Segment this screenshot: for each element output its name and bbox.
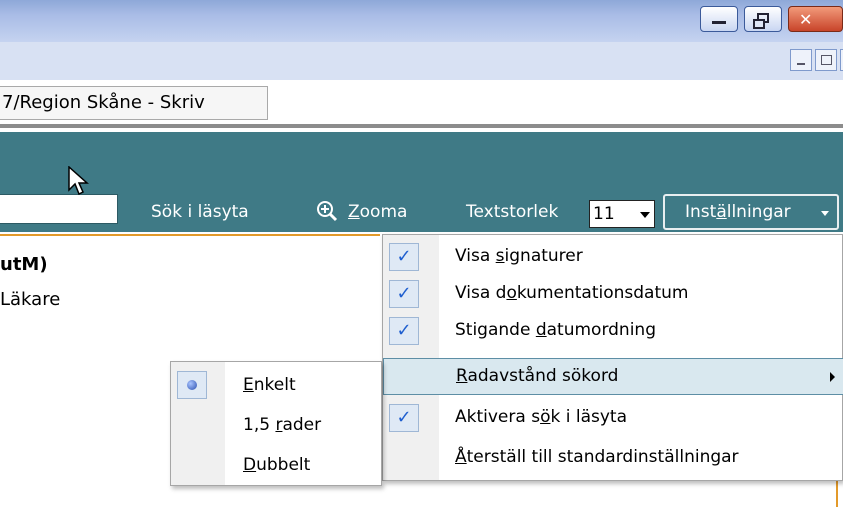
menu-item-show-signatures[interactable]: ✓ Visa signaturer [383, 239, 843, 276]
settings-button-label: Inställningar [685, 202, 791, 222]
textsize-select[interactable]: 11 [589, 200, 655, 228]
zoom-button-accel: Z [348, 202, 360, 222]
menu-item-label: Visa signaturer [455, 246, 583, 266]
submenu-item-label: 1,5 rader [243, 415, 322, 435]
settings-button[interactable]: Inställningar [663, 194, 839, 230]
mdi-control-bar [0, 42, 843, 81]
document-tab-row: 7/Region Skåne - Skriv [0, 80, 843, 128]
minimize-button[interactable] [700, 6, 738, 32]
record-title: utM) [0, 254, 48, 275]
line-spacing-submenu: Enkelt 1,5 rader Dubbelt [170, 361, 382, 486]
submenu-item-label: Enkelt [243, 375, 296, 395]
menu-item-label: Återställ till standardinställningar [455, 447, 739, 467]
mouse-cursor-icon [68, 166, 89, 196]
restore-button[interactable] [744, 6, 782, 32]
window-titlebar: ✕ [0, 0, 843, 42]
submenu-arrow-icon [830, 372, 835, 382]
menu-item-label: Radavstånd sökord [456, 366, 619, 386]
menu-item-line-spacing-searchwords[interactable]: Radavstånd sökord [383, 358, 843, 395]
menu-item-reset-to-defaults[interactable]: Återställ till standardinställningar [383, 440, 843, 477]
restore-icon [753, 13, 769, 29]
checkmark-icon: ✓ [389, 317, 419, 345]
menu-item-label: Stigande datumordning [455, 320, 656, 340]
textsize-label: Textstorlek [466, 202, 559, 222]
search-input[interactable] [0, 194, 118, 224]
chevron-down-icon [821, 211, 829, 216]
checkmark-icon: ✓ [389, 280, 419, 308]
mdi-minimize-button[interactable] [790, 49, 812, 71]
menu-item-show-documentation-date[interactable]: ✓ Visa dokumentationsdatum [383, 276, 843, 313]
radio-selected-icon [177, 371, 207, 399]
mdi-minimize-icon [797, 63, 805, 65]
submenu-item-single[interactable]: Enkelt [171, 366, 383, 404]
content-edge-line [836, 478, 838, 507]
submenu-item-double[interactable]: Dubbelt [171, 446, 383, 484]
submenu-item-one-and-half[interactable]: 1,5 rader [171, 406, 383, 444]
document-tab[interactable]: 7/Region Skåne - Skriv [0, 86, 268, 120]
content-divider [0, 234, 380, 236]
menu-item-ascending-date-order[interactable]: ✓ Stigande datumordning [383, 313, 843, 350]
zoom-icon[interactable] [316, 200, 338, 222]
minimize-icon [712, 21, 726, 24]
record-author-role: Läkare [0, 289, 61, 310]
header-bar [0, 132, 843, 180]
mdi-restore-button[interactable] [815, 49, 837, 71]
submenu-item-label: Dubbelt [243, 455, 311, 475]
zoom-button-rest: ooma [359, 202, 408, 222]
close-button[interactable]: ✕ [788, 6, 843, 32]
checkmark-icon: ✓ [389, 404, 419, 432]
menu-item-label: Visa dokumentationsdatum [455, 283, 689, 303]
search-in-reading-area-button[interactable]: Sök i läsyta [151, 202, 249, 222]
mdi-restore-icon [820, 55, 832, 65]
close-icon: ✕ [799, 10, 813, 29]
chevron-down-icon [640, 212, 650, 218]
settings-menu: ✓ Visa signaturer ✓ Visa dokumentationsdatu… [382, 234, 843, 481]
menu-item-enable-search-reading-area[interactable]: ✓ Aktivera sök i läsyta [383, 400, 843, 437]
zoom-button[interactable]: Zooma [348, 202, 407, 222]
checkmark-icon: ✓ [389, 243, 419, 271]
menu-item-label: Aktivera sök i läsyta [455, 407, 627, 427]
textsize-value: 11 [593, 204, 615, 224]
